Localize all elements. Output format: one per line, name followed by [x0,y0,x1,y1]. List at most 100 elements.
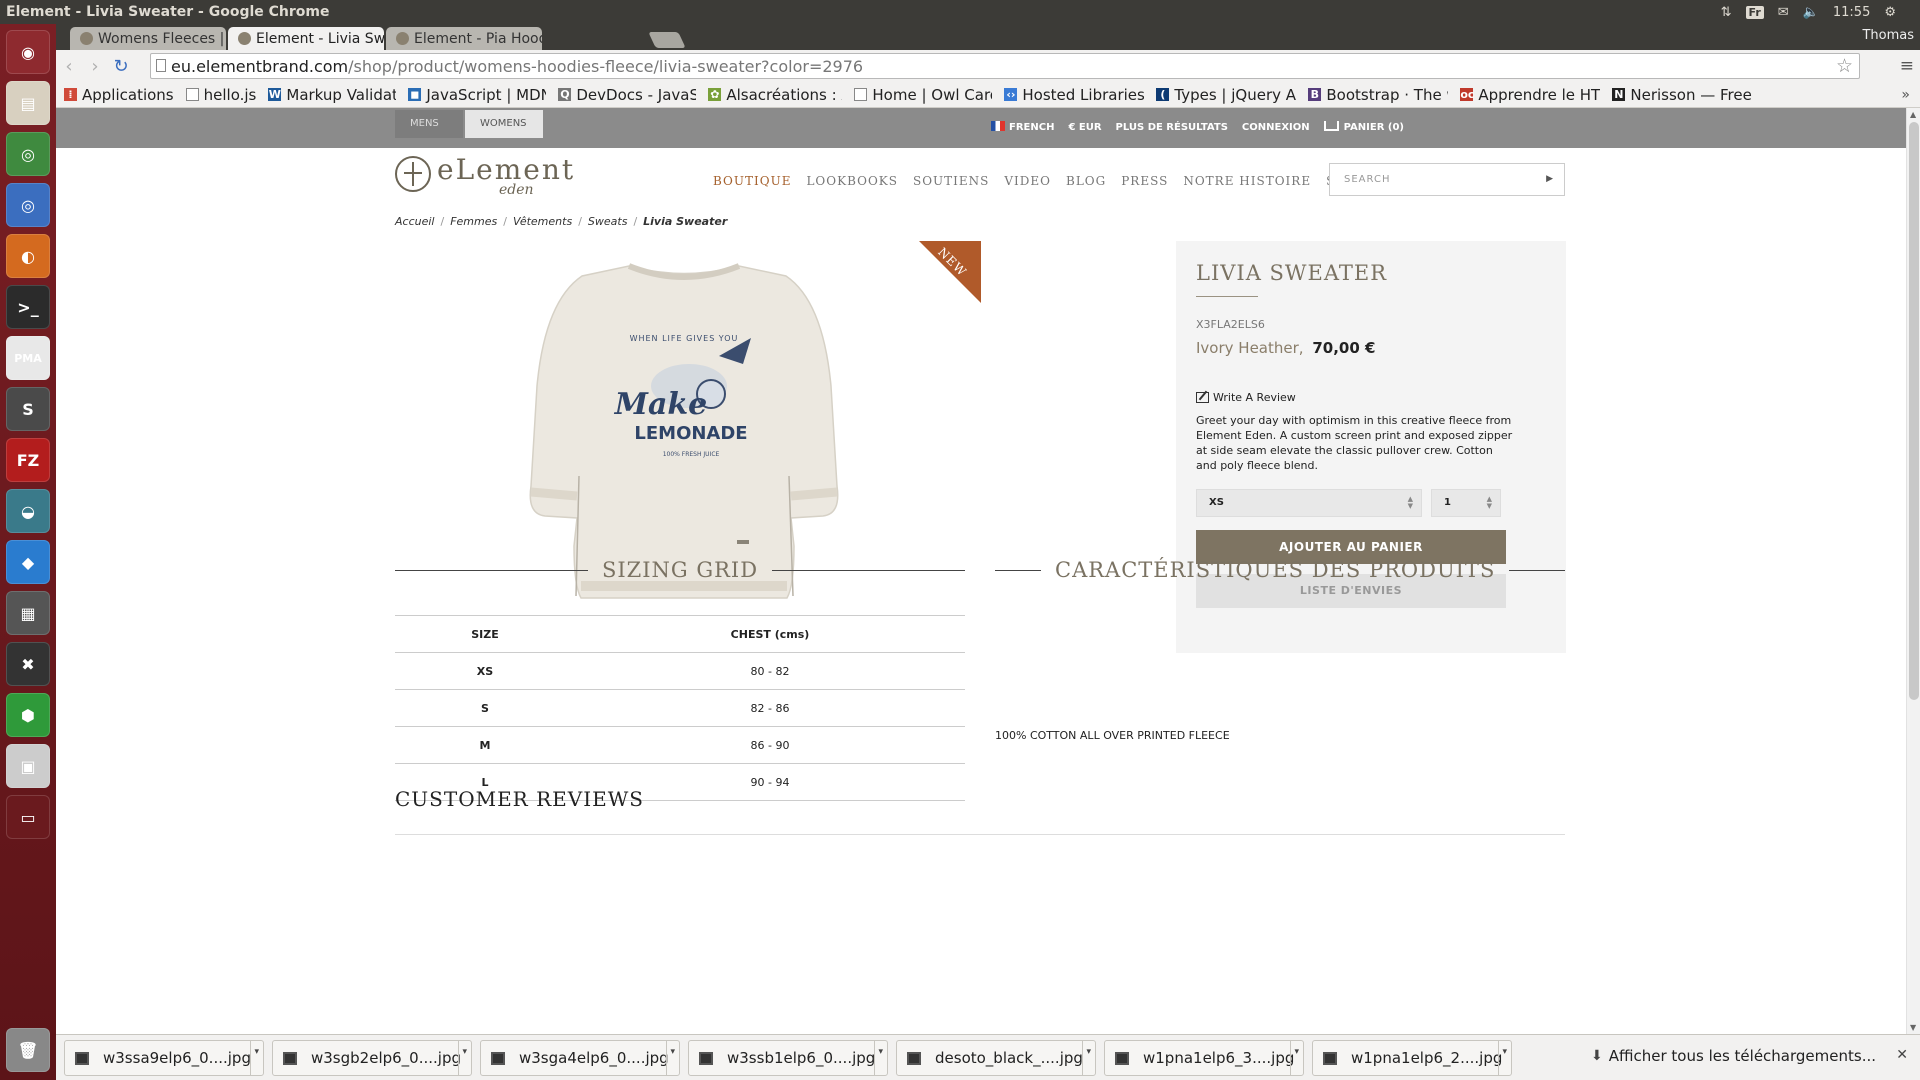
select-arrows-icon: ▲ ▼ [1407,495,1413,510]
bookmark-item[interactable]: hello.js [185,86,256,104]
launcher-chrome-icon[interactable]: ◎ [6,132,50,176]
breadcrumb-link[interactable]: Accueil [395,215,434,228]
breadcrumb-link[interactable]: Femmes [450,215,497,228]
print-main-text: Make [614,387,708,422]
site-search-input[interactable]: SEARCH ▶ [1329,163,1565,196]
download-item[interactable]: w3sga4elp6_0....jpg ▾ [480,1040,680,1076]
page-scrollbar[interactable]: ▲ ▼ [1906,108,1920,1034]
launcher-image-viewer-icon[interactable]: ▣ [6,744,50,788]
element-favicon-icon [238,32,251,45]
download-menu-chevron-icon[interactable]: ▾ [462,1047,467,1057]
new-tab-button[interactable] [648,32,686,48]
back-arrow-icon[interactable]: ‹ [56,53,82,79]
currency-link[interactable]: € EUR [1068,122,1101,133]
nav-item-notre-histoire[interactable]: NOTRE HISTOIRE [1183,174,1311,188]
bookmark-item[interactable]: N Nerisson — Freel [1612,86,1752,104]
nav-item-blog[interactable]: BLOG [1066,174,1106,188]
scrollbar-thumb[interactable] [1909,122,1919,700]
download-item[interactable]: w3ssb1elp6_0....jpg ▾ [688,1040,888,1076]
breadcrumb-link[interactable]: Sweats [588,215,628,228]
launcher-files-icon[interactable]: ▤ [6,81,50,125]
bookmark-item[interactable]: ◼ JavaScript | MDN [408,86,546,104]
window-title: Element - Livia Sweater - Google Chrome [6,4,330,20]
close-downloads-icon[interactable]: ✕ [1896,1047,1908,1063]
launcher-chat-icon[interactable]: ✖ [6,642,50,686]
bookmark-item[interactable]: Q DevDocs - JavaSc [558,86,696,104]
tab-pia-hoodie[interactable]: Element - Pia Hoodie [386,27,542,50]
keyboard-layout-indicator[interactable]: Fr [1745,5,1764,19]
bookmark-item[interactable]: B Bootstrap · The w [1308,86,1448,104]
clock[interactable]: 11:55 [1833,5,1870,20]
download-item[interactable]: w3ssa9elp6_0....jpg ▾ [64,1040,264,1076]
size-select[interactable]: XS ▲ ▼ [1196,489,1422,517]
language-link[interactable]: FRENCH [991,121,1054,133]
bookmark-item[interactable]: (Types | jQuery AP [1156,86,1296,104]
launcher-workspace-switcher-icon[interactable]: ▭ [6,795,50,839]
launcher-filezilla-icon[interactable]: FZ [6,438,50,482]
more-results-link[interactable]: PLUS DE RÉSULTATS [1116,122,1228,133]
download-menu-chevron-icon[interactable]: ▾ [1502,1047,1507,1057]
address-bar[interactable]: eu.elementbrand.com/shop/product/womens-… [150,53,1860,79]
download-filename: w3sgb2elp6_0....jpg [311,1049,461,1067]
tab-womens-fleeces[interactable]: Womens Fleeces | Zi [70,27,226,50]
download-menu-chevron-icon[interactable]: ▾ [254,1047,259,1057]
launcher-terminal-icon[interactable]: >_ [6,285,50,329]
search-submit-arrow-icon[interactable]: ▶ [1546,164,1554,195]
launcher-phpmyadmin-icon[interactable]: PMA [6,336,50,380]
bookmark-star-icon[interactable]: ☆ [1836,55,1853,77]
launcher-dash-home-icon[interactable]: ◉ [6,30,50,74]
scroll-up-arrow-icon[interactable]: ▲ [1910,110,1916,119]
launcher-dropbox-icon[interactable]: ◆ [6,540,50,584]
chrome-menu-icon[interactable]: ≡ [1900,56,1914,76]
bookmark-item[interactable]: ‹› Hosted Libraries [1004,86,1144,104]
download-menu-chevron-icon[interactable]: ▾ [1086,1047,1091,1057]
network-arrows-icon[interactable]: ⇅ [1721,5,1732,20]
download-menu-chevron-icon[interactable]: ▾ [1294,1047,1299,1057]
download-item[interactable]: desoto_black_....jpg ▾ [896,1040,1096,1076]
breadcrumb-link[interactable]: Vêtements [513,215,572,228]
volume-icon[interactable]: 🔈 [1803,5,1819,20]
power-gear-icon[interactable]: ⚙ [1884,5,1896,20]
bookmark-label: Types | jQuery AP [1174,85,1297,104]
bookmarks-overflow-chevron-icon[interactable]: » [1901,87,1910,103]
quantity-select[interactable]: 1 ▲ ▼ [1431,489,1501,517]
reload-icon[interactable]: ↻ [108,53,134,79]
show-all-downloads-link[interactable]: ⬇ Afficher tous les téléchargements... [1591,1047,1876,1065]
launcher-sublime-text-icon[interactable]: S [6,387,50,431]
bookmark-favicon-icon: ◼ [408,88,422,101]
launcher-cube-icon[interactable]: ⬢ [6,693,50,737]
login-link[interactable]: CONNEXION [1242,122,1310,133]
gender-tab-womens[interactable]: WOMENS [465,110,543,138]
forward-arrow-icon[interactable]: › [82,53,108,79]
nav-item-boutique[interactable]: BOUTIQUE [713,174,791,188]
profile-name[interactable]: Thomas [1862,28,1914,43]
mail-icon[interactable]: ✉ [1778,5,1789,20]
download-menu-chevron-icon[interactable]: ▾ [878,1047,883,1057]
download-item[interactable]: w3sgb2elp6_0....jpg ▾ [272,1040,472,1076]
bookmark-item[interactable]: ⁞ Applications [64,86,174,104]
launcher-firefox-icon[interactable]: ◐ [6,234,50,278]
launcher-trash-icon[interactable]: 🗑 [6,1028,50,1072]
gender-tab-mens[interactable]: MENS [395,110,463,138]
bookmark-item[interactable]: oc Apprendre le HTM [1460,86,1600,104]
download-item[interactable]: w1pna1elp6_2....jpg ▾ [1312,1040,1512,1076]
tab-livia-sweater[interactable]: Element - Livia Swea [228,27,384,50]
download-menu-chevron-icon[interactable]: ▾ [670,1047,675,1057]
nav-item-video[interactable]: VIDEO [1004,174,1051,188]
download-item[interactable]: w1pna1elp6_3....jpg ▾ [1104,1040,1304,1076]
nav-item-soutiens[interactable]: SOUTIENS [913,174,989,188]
launcher-mysql-workbench-icon[interactable]: ◒ [6,489,50,533]
bookmark-item[interactable]: W Markup Validatio [268,86,396,104]
download-filename: w1pna1elp6_2....jpg [1351,1049,1503,1067]
nav-item-press[interactable]: PRESS [1121,174,1168,188]
nav-item-lookbooks[interactable]: LOOKBOOKS [806,174,898,188]
tab-label: Element - Livia Swea [256,30,384,47]
scroll-down-arrow-icon[interactable]: ▼ [1910,1023,1916,1032]
launcher-chromium-icon[interactable]: ◎ [6,183,50,227]
launcher-calculator-icon[interactable]: ▦ [6,591,50,635]
cart-link[interactable]: PANIER (0) [1323,121,1404,133]
bookmark-item[interactable]: Home | Owl Carou [854,86,992,104]
bookmark-item[interactable]: ✿ Alsacréations : Ac [708,86,842,104]
element-eden-logo[interactable]: eLement eden [395,154,575,198]
write-review-link[interactable]: Write A Review [1196,391,1296,404]
